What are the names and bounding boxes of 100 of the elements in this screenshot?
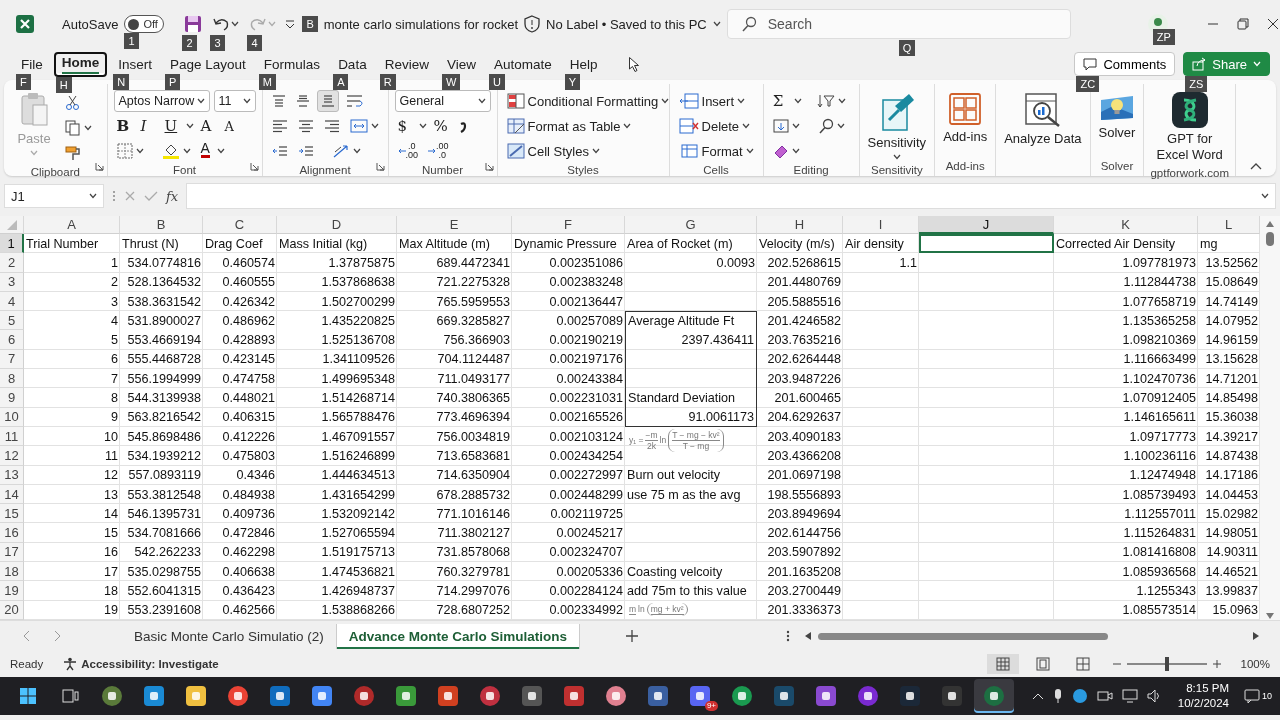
taskbar-app[interactable]: [974, 679, 1014, 713]
circle-app-icon[interactable]: [1071, 688, 1088, 704]
more-icon[interactable]: [786, 629, 791, 643]
ribbon-button[interactable]: Format as Table: [503, 115, 635, 137]
microphone-icon[interactable]: [1052, 688, 1063, 704]
camera-icon[interactable]: [1096, 689, 1113, 703]
ribbon-tab[interactable]: Page Layout: [163, 54, 253, 74]
ribbon-tab[interactable]: Insert: [111, 54, 160, 74]
column-header[interactable]: K: [1054, 216, 1198, 234]
row-header[interactable]: 2: [0, 253, 24, 273]
accessibility-button[interactable]: Accessibility: Investigate: [57, 656, 225, 672]
ribbon-button[interactable]: Format: [675, 140, 757, 162]
row-header[interactable]: 10: [0, 407, 24, 427]
number-format-field[interactable]: General: [394, 90, 491, 112]
decrease-decimal-button[interactable]: .00 .0: [425, 140, 452, 162]
shrink-font-button[interactable]: A: [221, 115, 242, 137]
row-header[interactable]: 8: [0, 369, 24, 389]
ribbon-button[interactable]: Analyze Data: [1002, 90, 1084, 149]
bold-button[interactable]: B: [113, 115, 134, 137]
collapse-ribbon-icon[interactable]: [1250, 162, 1262, 170]
dialog-launcher-icon[interactable]: [94, 162, 104, 171]
column-header[interactable]: H: [757, 216, 843, 234]
row-header[interactable]: 17: [0, 542, 24, 563]
taskbar-app[interactable]: 9+: [680, 679, 720, 713]
monitor-icon[interactable]: [1121, 689, 1138, 703]
ribbon-tab[interactable]: Home: [53, 51, 108, 77]
font-color-button[interactable]: A: [197, 140, 213, 162]
ribbon-tab[interactable]: Automate: [486, 54, 559, 74]
row-header[interactable]: 16: [0, 523, 24, 543]
row-header[interactable]: 7: [0, 349, 24, 370]
font-size-field[interactable]: 11: [213, 90, 256, 112]
column-header[interactable]: D: [277, 216, 397, 234]
percent-button[interactable]: %: [430, 115, 451, 137]
search-field[interactable]: Search: [726, 9, 1071, 39]
vertical-scrollbar[interactable]: [1260, 216, 1280, 620]
italic-button[interactable]: I: [137, 115, 158, 137]
clock-time[interactable]: 8:15 PM: [1186, 681, 1229, 696]
ribbon-button[interactable]: Conditional Formatting: [503, 90, 673, 112]
row-header[interactable]: 9: [0, 388, 24, 408]
clock-date[interactable]: 10/2/2024: [1177, 696, 1229, 711]
notification-icon[interactable]: [1244, 689, 1260, 703]
row-header[interactable]: 6: [0, 330, 24, 350]
row-header[interactable]: 12: [0, 446, 24, 466]
formula-field[interactable]: [186, 183, 1276, 209]
ribbon-tab[interactable]: Review: [377, 54, 436, 74]
column-header[interactable]: G: [625, 216, 757, 234]
comments-button[interactable]: Comments: [1074, 52, 1176, 76]
ribbon-tab[interactable]: Data: [331, 54, 374, 74]
ribbon-button[interactable]: Solver: [1096, 90, 1138, 143]
column-header[interactable]: C: [203, 216, 277, 234]
underline-button[interactable]: U: [161, 115, 182, 137]
ribbon-tab[interactable]: Formulas: [256, 54, 328, 74]
chevron-up-icon[interactable]: [1031, 692, 1044, 700]
save-status[interactable]: No Label • Saved to this PC: [546, 16, 707, 32]
ribbon-button[interactable]: Add-ins: [941, 90, 990, 147]
selected-cell[interactable]: [919, 234, 1054, 254]
column-header[interactable]: B: [120, 216, 203, 234]
row-header[interactable]: 3: [0, 272, 24, 292]
column-header[interactable]: J: [919, 216, 1054, 234]
bottom-align-button[interactable]: [316, 90, 339, 112]
dialog-launcher-icon[interactable]: [375, 162, 385, 171]
row-header[interactable]: 15: [0, 504, 24, 524]
name-box[interactable]: J1: [4, 184, 104, 208]
ribbon-button[interactable]: GPT for Excel Word: [1150, 90, 1229, 165]
ribbon-tab[interactable]: View: [439, 54, 483, 74]
row-header[interactable]: 4: [0, 291, 24, 312]
zoom-level[interactable]: 100%: [1240, 658, 1270, 670]
row-header[interactable]: 14: [0, 484, 24, 505]
column-header[interactable]: E: [397, 216, 512, 234]
sheet-tab[interactable]: Advance Monte Carlo Simulations: [336, 623, 581, 649]
ribbon-tab[interactable]: Help: [562, 54, 605, 74]
column-header[interactable]: I: [843, 216, 919, 234]
scroll-thumb[interactable]: [1266, 232, 1274, 246]
row-header[interactable]: 18: [0, 562, 24, 582]
insert-function-button[interactable]: fx: [166, 188, 179, 204]
autosave-toggle[interactable]: Off: [124, 15, 165, 33]
zoom-in-icon[interactable]: [1212, 660, 1221, 668]
column-header[interactable]: F: [512, 216, 625, 234]
grow-font-button[interactable]: A: [197, 115, 218, 137]
ribbon-button[interactable]: Cell Styles: [503, 140, 603, 162]
currency-button[interactable]: $: [394, 115, 415, 137]
ribbon-tab[interactable]: File: [14, 54, 50, 74]
normal-view-button[interactable]: [986, 654, 1019, 674]
ribbon-button[interactable]: Delete: [675, 115, 754, 137]
row-header[interactable]: 11: [0, 426, 24, 447]
add-sheet-icon[interactable]: [626, 630, 639, 642]
scroll-thumb[interactable]: [818, 632, 1109, 640]
row-header[interactable]: 19: [0, 581, 24, 601]
column-header[interactable]: A: [24, 216, 120, 234]
row-header[interactable]: 20: [0, 600, 24, 620]
dialog-launcher-icon[interactable]: [249, 162, 259, 171]
font-name-field[interactable]: Aptos Narrow: [113, 90, 210, 112]
row-header[interactable]: 1: [0, 234, 24, 254]
customize-icon[interactable]: [284, 18, 297, 30]
sheet-tab[interactable]: Basic Monte Carlo Simulatio (2): [122, 623, 337, 649]
ribbon-button[interactable]: Insert: [675, 90, 749, 112]
share-button[interactable]: Share: [1183, 52, 1270, 76]
autosum-button[interactable]: Σ: [769, 90, 790, 112]
row-header[interactable]: 5: [0, 311, 24, 331]
ribbon-button[interactable]: Sensitivity: [865, 90, 929, 162]
